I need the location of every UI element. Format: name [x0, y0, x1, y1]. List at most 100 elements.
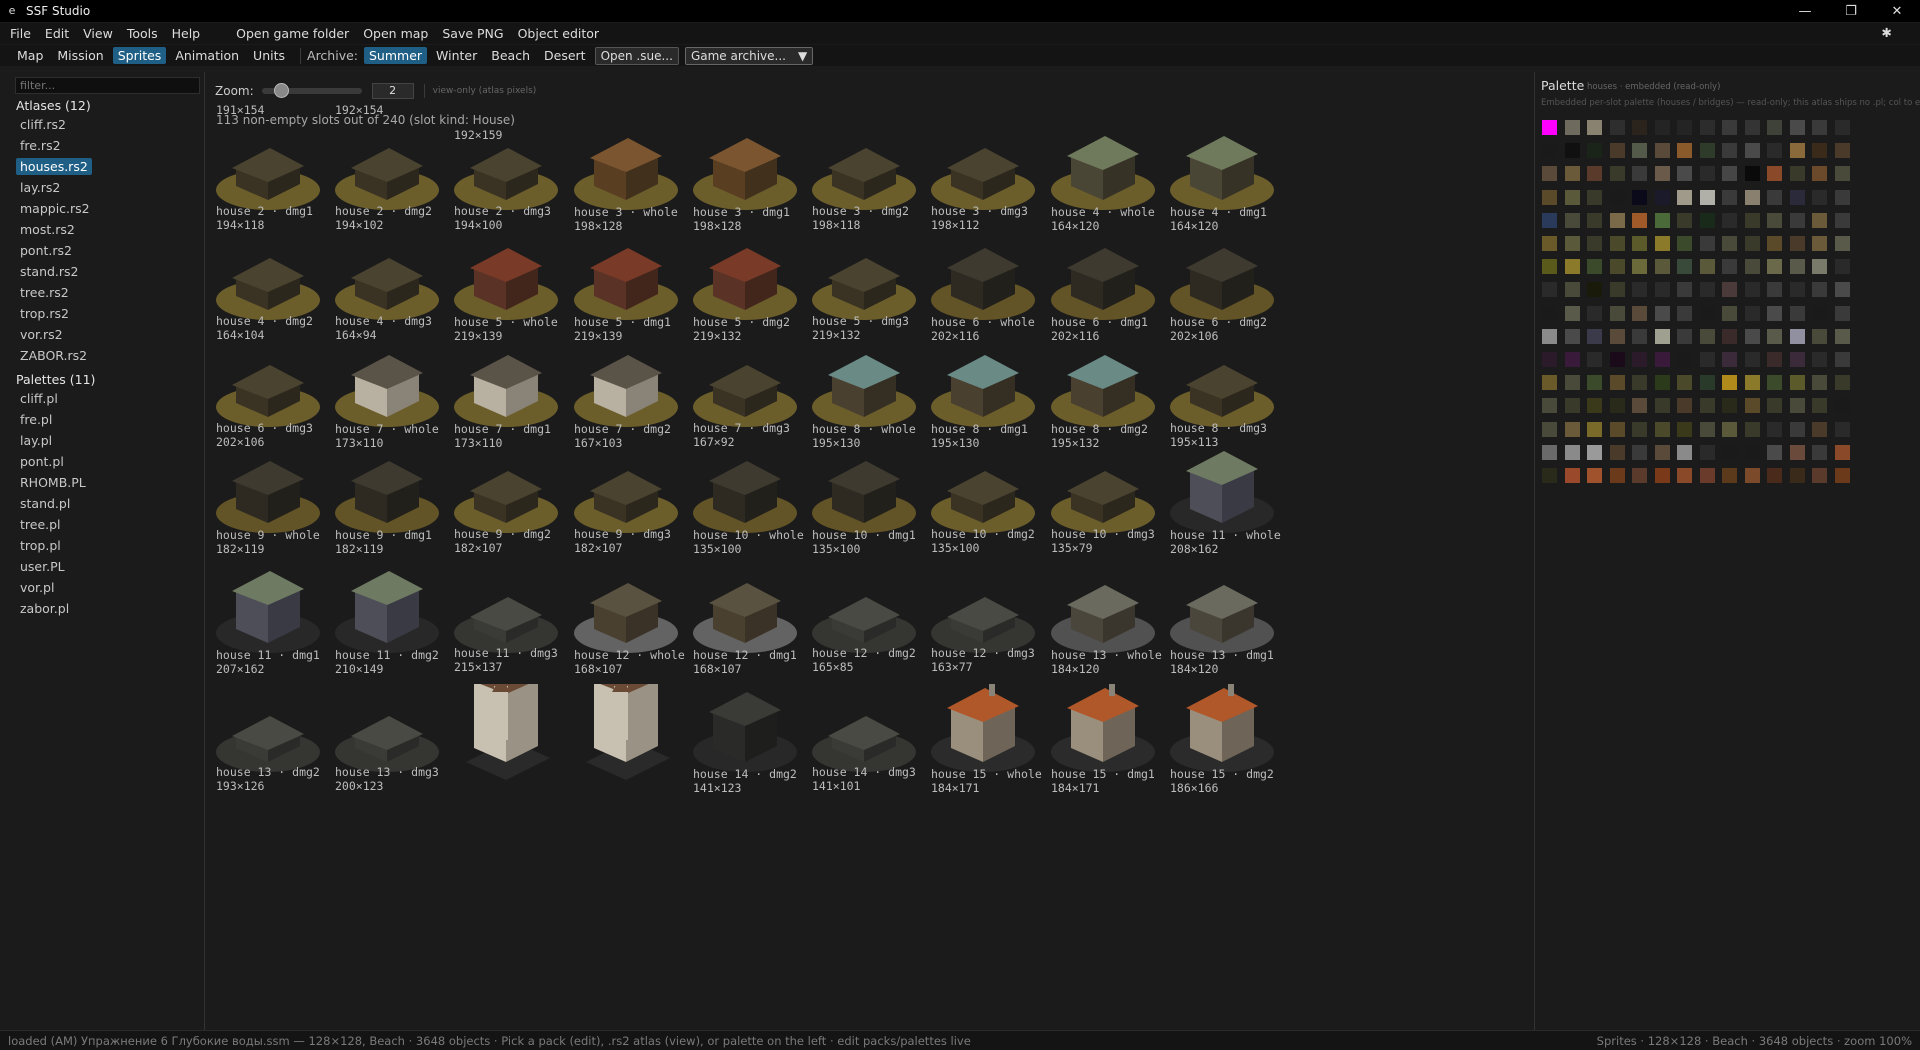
- palette-swatch[interactable]: [1834, 375, 1850, 391]
- palette-swatch[interactable]: [1564, 212, 1580, 228]
- palette-swatch[interactable]: [1699, 120, 1715, 135]
- palette-swatch[interactable]: [1812, 259, 1827, 275]
- palette-swatch[interactable]: [1699, 468, 1715, 483]
- palette-swatch[interactable]: [1834, 236, 1850, 251]
- palette-swatch[interactable]: [1722, 375, 1737, 391]
- save-png-button[interactable]: Save PNG: [442, 26, 503, 41]
- palette-swatch[interactable]: [1722, 444, 1737, 460]
- palette-swatch[interactable]: [1744, 166, 1760, 182]
- palette-swatch[interactable]: [1699, 375, 1715, 391]
- palette-swatch[interactable]: [1812, 166, 1827, 182]
- palette-swatch[interactable]: [1677, 212, 1692, 228]
- palette-swatch[interactable]: [1564, 305, 1580, 321]
- sprite-cell[interactable]: house 15 · dmg2 186×166: [1164, 684, 1304, 824]
- palette-swatch[interactable]: [1564, 120, 1580, 135]
- palette-swatch[interactable]: [1609, 236, 1625, 251]
- palette-swatch[interactable]: [1542, 305, 1557, 321]
- palette-swatch[interactable]: [1587, 120, 1602, 135]
- palette-swatch[interactable]: [1564, 189, 1580, 205]
- palette-swatch[interactable]: [1767, 166, 1782, 182]
- palette-swatch[interactable]: [1542, 398, 1557, 414]
- palette-swatch[interactable]: [1542, 444, 1557, 460]
- palette-item[interactable]: fre.pl: [16, 411, 56, 428]
- palette-swatch[interactable]: [1609, 259, 1625, 275]
- palette-swatch[interactable]: [1587, 468, 1602, 483]
- palette-swatch[interactable]: [1744, 282, 1760, 298]
- palette-swatch[interactable]: [1632, 282, 1647, 298]
- palette-swatch[interactable]: [1722, 120, 1737, 135]
- menu-tools[interactable]: Tools: [127, 26, 158, 41]
- palette-swatch[interactable]: [1654, 305, 1670, 321]
- palette-swatch[interactable]: [1632, 120, 1647, 135]
- palette-swatch[interactable]: [1834, 352, 1850, 367]
- palette-swatch[interactable]: [1632, 352, 1647, 367]
- palette-swatch[interactable]: [1767, 375, 1782, 391]
- palette-swatch[interactable]: [1677, 305, 1692, 321]
- palette-swatch[interactable]: [1654, 352, 1670, 367]
- palette-swatch[interactable]: [1542, 352, 1557, 367]
- zoom-slider-handle[interactable]: [273, 83, 289, 98]
- palette-swatch[interactable]: [1677, 259, 1692, 275]
- palette-swatch[interactable]: [1564, 375, 1580, 391]
- palette-swatch[interactable]: [1699, 352, 1715, 367]
- palette-swatch[interactable]: [1542, 375, 1557, 391]
- palette-swatch[interactable]: [1609, 282, 1625, 298]
- open-game-folder-button[interactable]: Open game folder: [236, 26, 349, 41]
- palette-swatch[interactable]: [1632, 328, 1647, 344]
- palette-swatch[interactable]: [1654, 282, 1670, 298]
- open-sue-button[interactable]: Open .sue...: [594, 46, 679, 65]
- palette-swatch[interactable]: [1722, 189, 1737, 205]
- palette-swatch[interactable]: [1587, 421, 1602, 437]
- palette-swatch[interactable]: [1632, 305, 1647, 321]
- palette-swatch[interactable]: [1587, 143, 1602, 159]
- palette-swatch[interactable]: [1609, 166, 1625, 182]
- restore-icon[interactable]: ❐: [1828, 0, 1874, 22]
- palette-swatch[interactable]: [1587, 444, 1602, 460]
- palette-swatch[interactable]: [1587, 305, 1602, 321]
- palette-swatch[interactable]: [1654, 375, 1670, 391]
- palette-swatch[interactable]: [1654, 166, 1670, 182]
- palette-swatch[interactable]: [1587, 375, 1602, 391]
- atlas-item[interactable]: lay.rs2: [16, 179, 64, 196]
- palette-swatch[interactable]: [1699, 189, 1715, 205]
- palette-swatch[interactable]: [1789, 189, 1805, 205]
- palette-swatch[interactable]: [1677, 328, 1692, 344]
- palette-swatch[interactable]: [1767, 444, 1782, 460]
- atlas-item[interactable]: fre.rs2: [16, 137, 65, 154]
- palette-swatch[interactable]: [1609, 468, 1625, 483]
- palette-swatch[interactable]: [1767, 421, 1782, 437]
- minimize-icon[interactable]: —: [1782, 0, 1828, 22]
- palette-swatch[interactable]: [1812, 375, 1827, 391]
- tab-mission[interactable]: Mission: [52, 47, 108, 64]
- palette-swatch[interactable]: [1834, 282, 1850, 298]
- palette-swatch[interactable]: [1564, 468, 1580, 483]
- palette-swatch[interactable]: [1587, 282, 1602, 298]
- palette-swatch[interactable]: [1744, 143, 1760, 159]
- palette-swatch[interactable]: [1609, 120, 1625, 135]
- palette-swatch[interactable]: [1699, 398, 1715, 414]
- menu-edit[interactable]: Edit: [45, 26, 69, 41]
- palette-swatch[interactable]: [1767, 189, 1782, 205]
- palette-swatch[interactable]: [1677, 468, 1692, 483]
- palette-swatch[interactable]: [1542, 468, 1557, 483]
- palette-swatch[interactable]: [1789, 328, 1805, 344]
- palette-swatch[interactable]: [1677, 120, 1692, 135]
- palette-swatch[interactable]: [1789, 468, 1805, 483]
- palette-swatch[interactable]: [1609, 398, 1625, 414]
- palette-swatch[interactable]: [1722, 328, 1737, 344]
- palette-swatch[interactable]: [1654, 398, 1670, 414]
- palette-swatch[interactable]: [1767, 398, 1782, 414]
- palette-swatch[interactable]: [1744, 259, 1760, 275]
- palette-swatch[interactable]: [1812, 143, 1827, 159]
- palette-swatch[interactable]: [1542, 166, 1557, 182]
- palette-item[interactable]: vor.pl: [16, 579, 58, 596]
- palette-swatch[interactable]: [1654, 143, 1670, 159]
- palette-swatch[interactable]: [1767, 468, 1782, 483]
- palette-swatch[interactable]: [1699, 236, 1715, 251]
- palette-swatch[interactable]: [1564, 444, 1580, 460]
- palette-swatch[interactable]: [1722, 398, 1737, 414]
- palette-swatch[interactable]: [1789, 444, 1805, 460]
- palette-swatch[interactable]: [1789, 143, 1805, 159]
- palette-swatch[interactable]: [1632, 398, 1647, 414]
- archive-tab-summer[interactable]: Summer: [364, 47, 428, 64]
